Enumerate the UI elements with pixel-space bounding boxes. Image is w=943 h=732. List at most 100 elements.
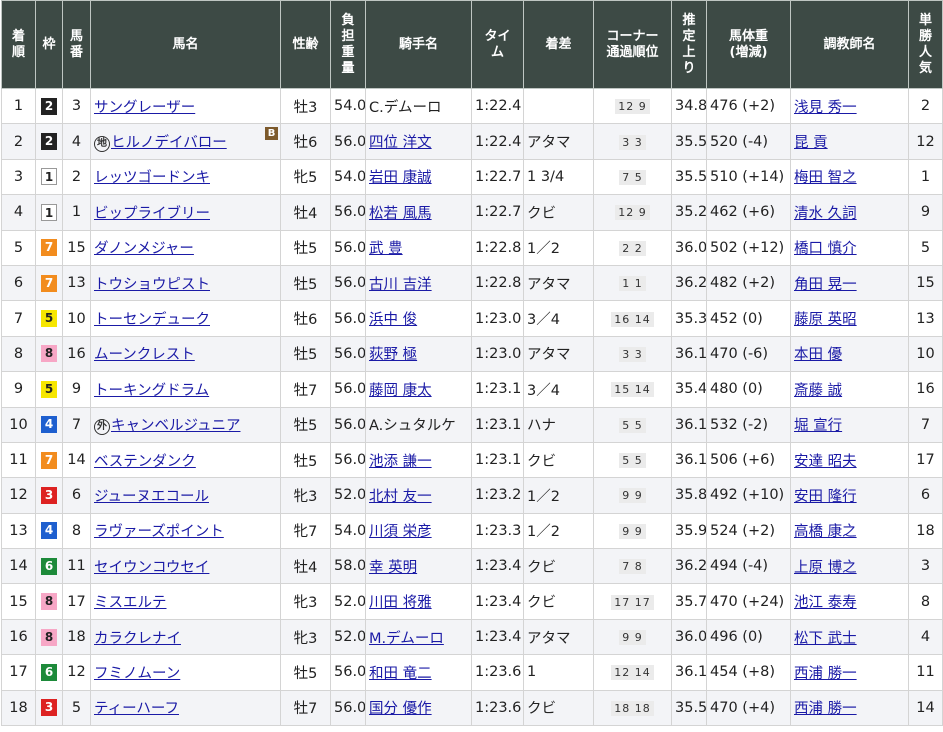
trainer-name-link[interactable]: 清水 久詞 — [794, 206, 857, 222]
umaban-value: 18 — [67, 629, 86, 646]
bodyweight-cell: 492 (+10) — [706, 477, 791, 514]
jockey-cell: 川田 将雅 — [365, 583, 472, 620]
horse-name-link[interactable]: セイウンコウセイ — [94, 560, 209, 576]
horse-name-link[interactable]: ベステンダンク — [94, 454, 196, 470]
trainer-name-link[interactable]: 本田 優 — [794, 347, 842, 363]
trainer-name-link[interactable]: 安達 昭夫 — [794, 454, 857, 470]
waku-cell: 8 — [35, 335, 63, 373]
horse-name-link[interactable]: サングレーザー — [94, 100, 195, 116]
trainer-name-link[interactable]: 角田 晃一 — [794, 277, 857, 293]
header-trainer[interactable]: 調教師名 — [790, 0, 909, 89]
table-row: 10 4 7 外キャンベルジュニア 牡5 56.0 A.シュタルケ 1:23.1… — [1, 406, 943, 443]
header-popularity[interactable]: 単 勝 人 気 — [908, 0, 943, 89]
last3f-cell: 36.1 — [671, 654, 707, 691]
horse-name-link[interactable]: キャンベルジュニア — [111, 418, 240, 434]
time-cell: 1:23.1 — [471, 441, 524, 479]
time-value: 1:23.0 — [475, 310, 522, 327]
header-trainer-label: 調教師名 — [823, 36, 876, 52]
jockey-name-link[interactable]: 浜中 俊 — [369, 312, 417, 328]
jockey-name-link[interactable]: 古川 吉洋 — [369, 277, 432, 293]
margin-cell: アタマ — [523, 618, 594, 656]
popularity-value: 1 — [920, 168, 931, 185]
horse-name-link[interactable]: ミスエルテ — [94, 595, 167, 611]
trainer-name-link[interactable]: 堀 宣行 — [794, 418, 842, 434]
horse-name-link[interactable]: レッツゴードンキ — [94, 170, 210, 186]
umaban-value: 8 — [71, 522, 82, 539]
trainer-cell: 清水 久詞 — [790, 194, 909, 231]
time-value: 1:22.7 — [475, 204, 522, 221]
rank-cell: 1 — [1, 87, 36, 125]
trainer-name-link[interactable]: 西浦 勝一 — [794, 701, 857, 717]
bodyweight-value: 524 (+2) — [710, 522, 775, 539]
rank-cell: 5 — [1, 229, 36, 266]
jockey-name-link[interactable]: 藤岡 康太 — [369, 383, 432, 399]
jockey-name-link[interactable]: 武 豊 — [369, 241, 403, 257]
horse-name-link[interactable]: ティーハーフ — [94, 701, 179, 717]
horse-name-link[interactable]: フミノムーン — [94, 666, 180, 682]
trainer-name-link[interactable]: 斎藤 誠 — [794, 383, 842, 399]
trainer-name-link[interactable]: 安田 隆行 — [794, 489, 857, 505]
trainer-name-link[interactable]: 上原 博之 — [794, 560, 857, 576]
trainer-name-link[interactable]: 高橋 康之 — [794, 524, 857, 540]
header-margin[interactable]: 着差 — [523, 0, 594, 89]
margin-cell: アタマ — [523, 123, 594, 160]
horse-name-link[interactable]: ビップライブリー — [94, 206, 210, 222]
trainer-name-link[interactable]: 西浦 勝一 — [794, 666, 857, 682]
popularity-cell: 15 — [908, 264, 943, 302]
horse-name-link[interactable]: ジューヌエコール — [94, 489, 209, 505]
sexage-value: 牝5 — [293, 170, 318, 187]
header-time-label: タイ ム — [484, 28, 511, 60]
jockey-name-link[interactable]: 国分 優作 — [369, 701, 432, 717]
sexage-value: 牝3 — [293, 488, 318, 505]
jockey-name-link[interactable]: 川田 将雅 — [369, 595, 432, 611]
header-corner[interactable]: コーナー 通過順位 — [593, 0, 672, 89]
horse-name-link[interactable]: トウショウピスト — [94, 277, 210, 293]
table-row: 3 1 2 レッツゴードンキ 牝5 54.0 岩田 康誠 1:22.7 1 3/… — [1, 158, 943, 196]
waku-cell: 1 — [35, 194, 63, 231]
header-bodyweight[interactable]: 馬体重 (増減) — [706, 0, 791, 89]
time-value: 1:23.1 — [475, 381, 522, 398]
trainer-name-link[interactable]: 橋口 慎介 — [794, 241, 857, 257]
trainer-name-link[interactable]: 藤原 英昭 — [794, 312, 857, 328]
horse-name-link[interactable]: カラクレナイ — [94, 631, 181, 647]
header-last3f[interactable]: 推 定 上 り — [671, 0, 707, 89]
header-time[interactable]: タイ ム — [471, 0, 524, 89]
horse-name-link[interactable]: ダノンメジャー — [94, 241, 194, 257]
jockey-name-link[interactable]: 和田 竜二 — [369, 666, 432, 682]
bodyweight-value: 470 (+24) — [710, 593, 785, 610]
jockey-name-link[interactable]: 松若 風馬 — [369, 206, 432, 222]
header-waku[interactable]: 枠 — [35, 0, 63, 89]
horse-name-link[interactable]: トーキングドラム — [94, 383, 209, 399]
sexage-cell: 牝5 — [280, 158, 331, 196]
jockey-name-link[interactable]: 荻野 極 — [369, 347, 417, 363]
jockey-name-link[interactable]: 北村 友一 — [369, 489, 432, 505]
header-weight[interactable]: 負 担 重 量 — [330, 0, 366, 89]
horse-name-link[interactable]: トーセンデューク — [94, 312, 210, 328]
horse-name-link[interactable]: ラヴァーズポイント — [94, 524, 224, 540]
horse-name-link[interactable]: ヒルノデイバロー — [111, 135, 227, 151]
weight-value: 56.0 — [334, 699, 366, 716]
header-jockey[interactable]: 騎手名 — [365, 0, 472, 89]
corner-value: 16 14 — [611, 311, 654, 327]
table-row: 5 7 15 ダノンメジャー 牡5 56.0 武 豊 1:22.8 1／2 2 … — [1, 229, 943, 266]
jockey-name-link[interactable]: 幸 英明 — [369, 560, 417, 576]
results-body: 1 2 3 サングレーザー 牡3 54.0 C.デムーロ 1:22.4 12 9… — [1, 87, 943, 727]
jockey-name-link[interactable]: 川須 栄彦 — [369, 524, 432, 540]
header-umaban[interactable]: 馬 番 — [62, 0, 91, 89]
jockey-name-link[interactable]: 四位 洋文 — [369, 135, 432, 151]
trainer-name-link[interactable]: 浅見 秀一 — [794, 100, 857, 116]
trainer-name-link[interactable]: 昆 貢 — [794, 135, 828, 151]
margin-value: 1／2 — [527, 241, 560, 258]
header-rank[interactable]: 着 順 — [1, 0, 36, 89]
jockey-name-link[interactable]: 岩田 康誠 — [369, 170, 432, 186]
header-sexage[interactable]: 性齢 — [280, 0, 331, 89]
corner-cell: 5 5 — [593, 441, 672, 479]
jockey-name-link[interactable]: 池添 謙一 — [369, 454, 432, 470]
trainer-name-link[interactable]: 梅田 智之 — [794, 170, 857, 186]
header-horse[interactable]: 馬名 — [90, 0, 281, 89]
horse-name-link[interactable]: ムーンクレスト — [94, 347, 195, 363]
jockey-name-link[interactable]: M.デムーロ — [369, 631, 444, 647]
last3f-cell: 36.0 — [671, 618, 707, 656]
trainer-name-link[interactable]: 松下 武士 — [794, 631, 857, 647]
trainer-name-link[interactable]: 池江 泰寿 — [794, 595, 857, 611]
